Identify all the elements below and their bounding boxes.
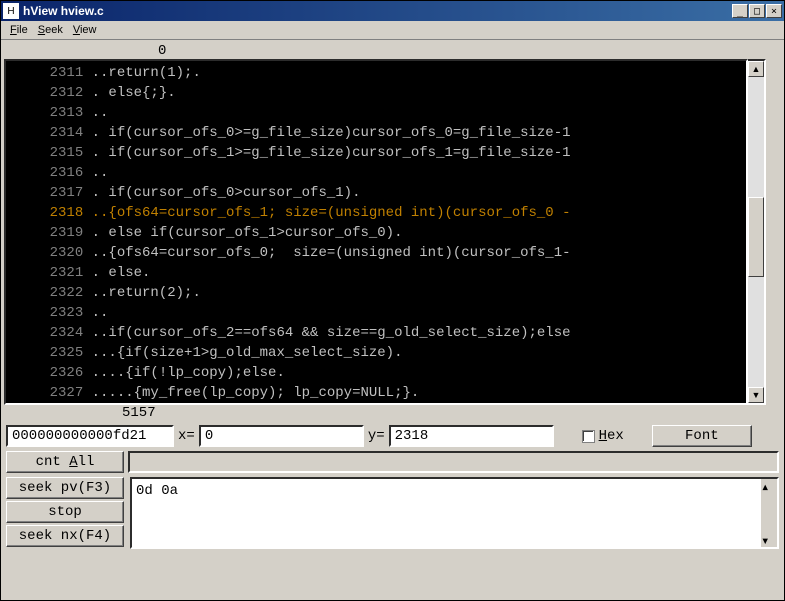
column-header: 0 <box>4 43 781 59</box>
menubar: File Seek View <box>1 21 784 40</box>
total-line-count: 5157 <box>4 405 781 421</box>
menu-file[interactable]: File <box>5 22 33 38</box>
hex-textarea[interactable]: 0d 0a ▴ ▾ <box>130 477 779 549</box>
scroll-down-button[interactable]: ▼ <box>748 387 764 403</box>
hex-content: 0d 0a <box>136 483 178 499</box>
offset-input[interactable] <box>6 425 174 447</box>
scroll-thumb[interactable] <box>748 197 764 277</box>
viewer-wrap: 0 2311 ..return(1);. 2312 . else{;}. 231… <box>4 43 781 421</box>
menu-seek[interactable]: Seek <box>33 22 68 38</box>
hex-checkbox-label[interactable]: Hex <box>599 428 624 444</box>
app-icon: H <box>3 3 19 19</box>
x-input[interactable] <box>199 425 364 447</box>
hex-scroll-down[interactable]: ▾ <box>761 533 777 547</box>
menu-view[interactable]: View <box>68 22 102 38</box>
scroll-track[interactable] <box>748 77 764 387</box>
hex-checkbox[interactable] <box>582 430 595 443</box>
font-button[interactable]: Font <box>652 425 752 447</box>
hex-scroll-track[interactable] <box>761 493 777 533</box>
status-field <box>128 451 779 473</box>
seek-prev-button[interactable]: seek pv(F3) <box>6 477 124 499</box>
close-button[interactable]: × <box>766 4 782 18</box>
y-input[interactable] <box>389 425 554 447</box>
scroll-up-button[interactable]: ▲ <box>748 61 764 77</box>
y-label: y= <box>368 428 385 444</box>
seek-next-button[interactable]: seek nx(F4) <box>6 525 124 547</box>
titlebar: H hView hview.c _ □ × <box>1 1 784 21</box>
maximize-button[interactable]: □ <box>749 4 765 18</box>
content-area: 0 2311 ..return(1);. 2312 . else{;}. 231… <box>1 40 784 600</box>
cnt-all-button[interactable]: cnt All <box>6 451 124 473</box>
stop-button[interactable]: stop <box>6 501 124 523</box>
minimize-button[interactable]: _ <box>732 4 748 18</box>
vertical-scrollbar[interactable]: ▲ ▼ <box>748 59 766 405</box>
window-title: hView hview.c <box>23 4 732 18</box>
hex-scroll-up[interactable]: ▴ <box>761 479 777 493</box>
text-viewer[interactable]: 2311 ..return(1);. 2312 . else{;}. 2313 … <box>4 59 748 405</box>
hex-scrollbar[interactable]: ▴ ▾ <box>761 479 777 547</box>
controls-panel: x= y= Hex Font cnt All seek pv(F3) stop … <box>4 421 781 553</box>
window-controls: _ □ × <box>732 4 782 18</box>
x-label: x= <box>178 428 195 444</box>
